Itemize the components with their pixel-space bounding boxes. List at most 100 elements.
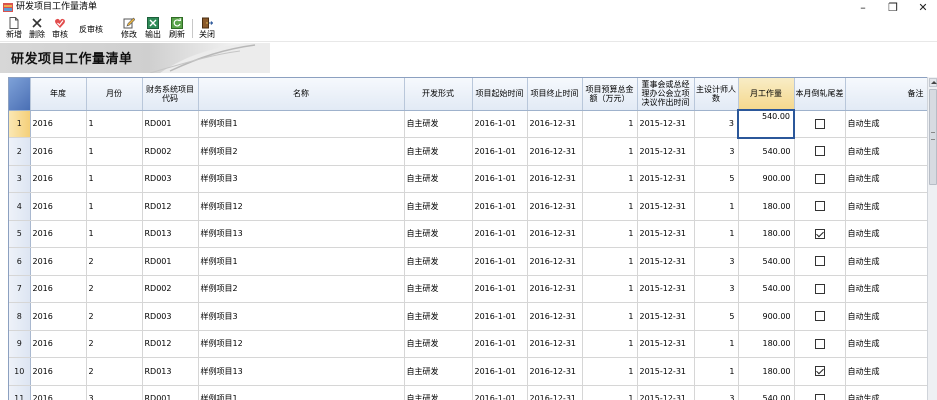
cell-start[interactable]: 2016-1-01 [472,330,528,358]
cell-start[interactable]: 2016-1-01 [472,275,528,303]
cell-end[interactable]: 2016-12-31 [527,220,583,248]
scroll-up-arrow-icon[interactable] [929,78,937,87]
cell-dev-form[interactable]: 自主研发 [404,357,473,386]
cell-dev-form[interactable]: 自主研发 [404,330,473,358]
cell-year[interactable]: 2016 [30,357,87,386]
cell-rollback[interactable] [794,357,846,386]
cell-year[interactable]: 2016 [30,330,87,358]
cell-workload[interactable]: 540.00 [737,109,795,139]
cell-decision[interactable]: 2015-12-31 [637,110,695,138]
cell-budget[interactable]: 1 [582,275,638,303]
cell-designers[interactable]: 1 [694,330,739,358]
cell-year[interactable]: 2016 [30,220,87,248]
cell-rollback[interactable] [794,302,846,331]
cell-start[interactable]: 2016-1-01 [472,357,528,386]
cell-name[interactable]: 样例项目12 [198,330,405,358]
rollback-checkbox[interactable] [814,118,825,129]
cell-month[interactable]: 1 [86,220,143,248]
cell-remark[interactable]: 自动生成 [845,220,927,248]
cell-code[interactable]: RD013 [142,357,199,386]
col-header-dev-form[interactable]: 开发形式 [404,78,473,111]
cell-remark[interactable]: 自动生成 [845,247,927,276]
cell-start[interactable]: 2016-1-01 [472,137,528,166]
col-header-rollback[interactable]: 本月倒轧尾差 [794,78,846,111]
cell-decision[interactable]: 2015-12-31 [637,357,695,386]
cell-end[interactable]: 2016-12-31 [527,357,583,386]
cell-end[interactable]: 2016-12-31 [527,385,583,400]
row-header[interactable]: 2 [9,137,31,166]
table-row[interactable]: 1 2016 1 RD001 样例项目1 自主研发 2016-1-01 2016-12-31 1… [9,109,927,139]
row-header[interactable]: 9 [9,330,31,358]
maximize-button[interactable]: ❐ [878,0,908,15]
col-header-workload[interactable]: 月工作量 [738,78,795,111]
table-row[interactable]: 6 2016 2 RD001 样例项目1 自主研发 2016-1-01 2016-12-31 1… [9,247,927,276]
cell-rollback[interactable] [794,192,846,221]
cell-year[interactable]: 2016 [30,275,87,303]
cell-designers[interactable]: 3 [694,275,739,303]
unapprove-button[interactable]: 反审核 [75,16,107,41]
cell-dev-form[interactable]: 自主研发 [404,220,473,248]
cell-rollback[interactable] [794,385,846,400]
cell-decision[interactable]: 2015-12-31 [637,330,695,358]
cell-designers[interactable]: 5 [694,302,739,331]
cell-month[interactable]: 1 [86,110,143,138]
cell-decision[interactable]: 2015-12-31 [637,220,695,248]
table-row[interactable]: 4 2016 1 RD012 样例项目12 自主研发 2016-1-01 2016-12-31… [9,192,927,221]
cell-month[interactable]: 2 [86,247,143,276]
cell-designers[interactable]: 3 [694,385,739,400]
cell-start[interactable]: 2016-1-01 [472,110,528,138]
cell-designers[interactable]: 1 [694,357,739,386]
minimize-button[interactable]: – [848,0,878,15]
cell-end[interactable]: 2016-12-31 [527,165,583,193]
cell-workload[interactable]: 540.00 [738,137,795,166]
row-header[interactable]: 11 [9,385,31,400]
export-button[interactable]: 输出 [142,16,164,41]
cell-rollback[interactable] [794,165,846,193]
cell-designers[interactable]: 3 [694,247,739,276]
approve-button[interactable]: 审核 [49,16,71,41]
close-button[interactable]: 关闭 [196,16,218,41]
cell-workload[interactable]: 180.00 [738,192,795,221]
row-header[interactable]: 6 [9,247,31,276]
col-header-month[interactable]: 月份 [86,78,143,111]
cell-code[interactable]: RD001 [142,110,199,138]
table-row[interactable]: 7 2016 2 RD002 样例项目2 自主研发 2016-1-01 2016-12-31 1… [9,275,927,303]
cell-rollback[interactable] [794,247,846,276]
cell-remark[interactable]: 自动生成 [845,110,927,138]
cell-year[interactable]: 2016 [30,110,87,138]
cell-name[interactable]: 样例项目3 [198,165,405,193]
select-all-corner[interactable] [9,78,31,111]
cell-remark[interactable]: 自动生成 [845,137,927,166]
cell-end[interactable]: 2016-12-31 [527,330,583,358]
cell-code[interactable]: RD001 [142,247,199,276]
cell-decision[interactable]: 2015-12-31 [637,275,695,303]
cell-workload[interactable]: 540.00 [738,275,795,303]
cell-budget[interactable]: 1 [582,110,638,138]
cell-month[interactable]: 2 [86,357,143,386]
row-header[interactable]: 5 [9,220,31,248]
cell-name[interactable]: 样例项目13 [198,220,405,248]
rollback-checkbox[interactable] [814,366,825,377]
cell-budget[interactable]: 1 [582,220,638,248]
rollback-checkbox[interactable] [814,393,825,400]
cell-workload[interactable]: 900.00 [738,165,795,193]
cell-workload[interactable]: 180.00 [738,330,795,358]
cell-decision[interactable]: 2015-12-31 [637,137,695,166]
cell-end[interactable]: 2016-12-31 [527,247,583,276]
refresh-button[interactable]: 刷新 [166,16,188,41]
col-header-name[interactable]: 名称 [198,78,405,111]
col-header-remark[interactable]: 备注 [845,78,927,111]
cell-dev-form[interactable]: 自主研发 [404,275,473,303]
cell-start[interactable]: 2016-1-01 [472,302,528,331]
rollback-checkbox[interactable] [814,201,825,212]
cell-code[interactable]: RD013 [142,220,199,248]
cell-dev-form[interactable]: 自主研发 [404,137,473,166]
rollback-checkbox[interactable] [814,283,825,294]
cell-start[interactable]: 2016-1-01 [472,385,528,400]
scrollbar-thumb[interactable] [929,89,937,185]
cell-start[interactable]: 2016-1-01 [472,220,528,248]
cell-name[interactable]: 样例项目3 [198,302,405,331]
cell-start[interactable]: 2016-1-01 [472,247,528,276]
cell-budget[interactable]: 1 [582,385,638,400]
cell-decision[interactable]: 2015-12-31 [637,385,695,400]
